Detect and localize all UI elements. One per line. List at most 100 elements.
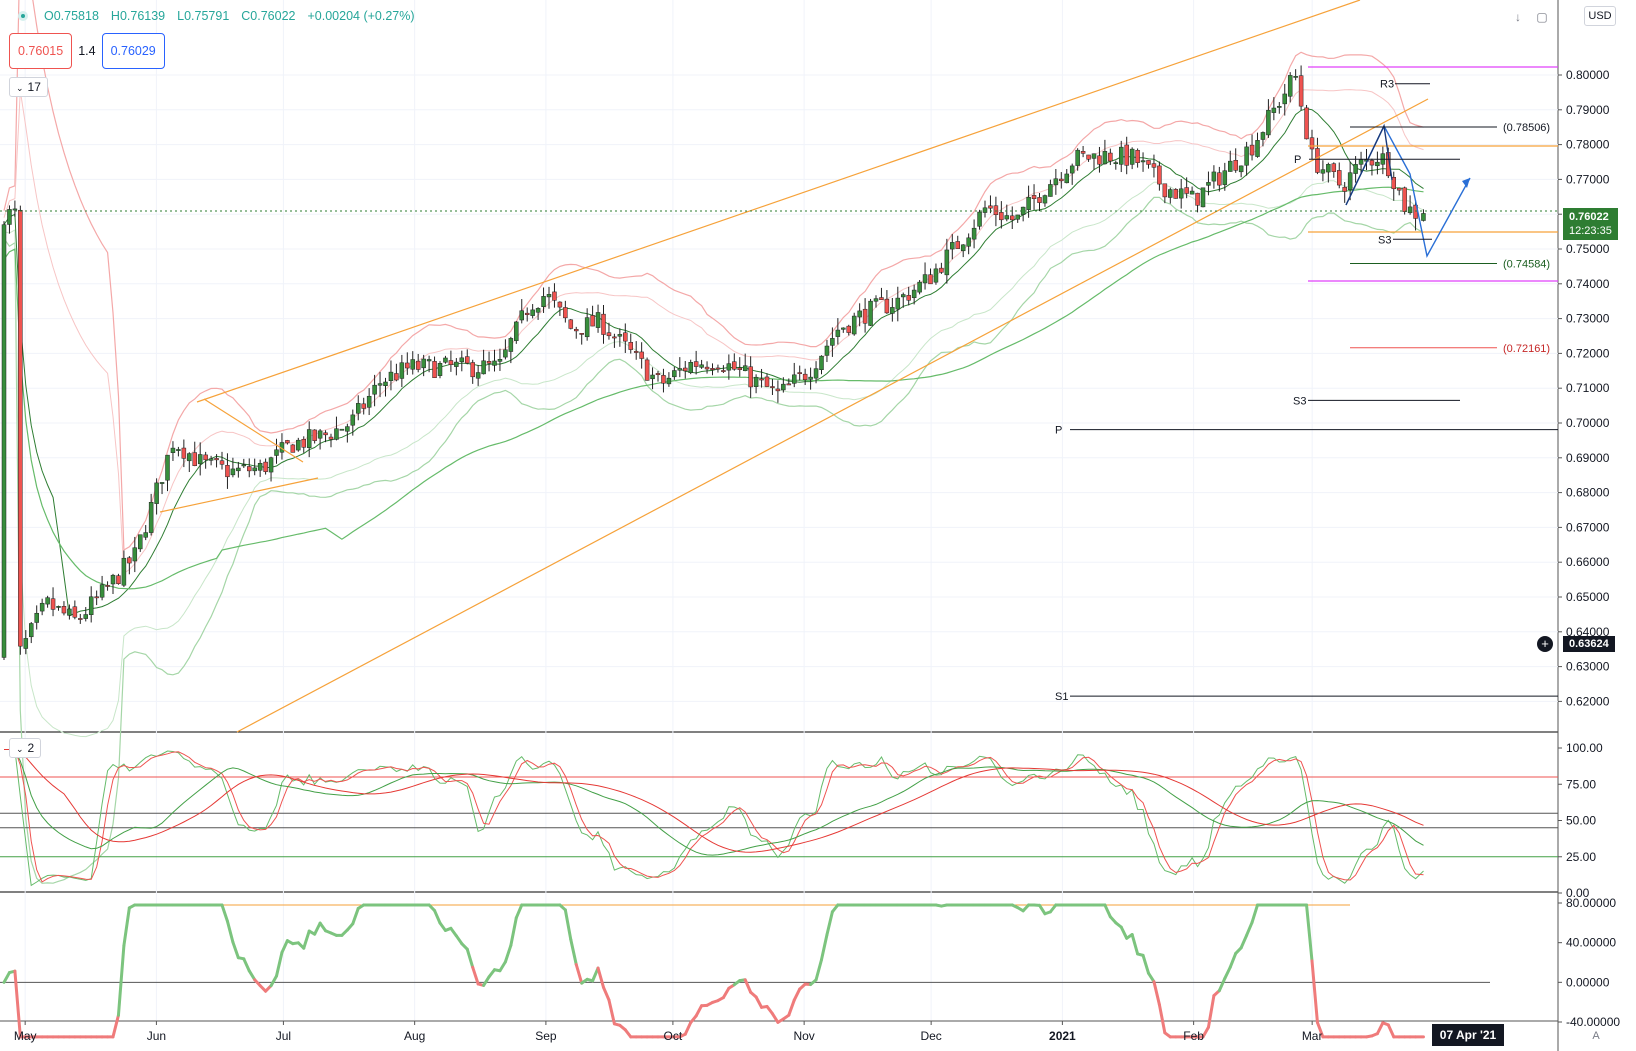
candle-body (1337, 170, 1342, 186)
price-tick-label: 0.65000 (1566, 590, 1610, 604)
candle-body (432, 361, 437, 378)
candle-body (797, 372, 802, 374)
time-tick-label: Dec (920, 1029, 941, 1043)
time-tick-label: Jul (276, 1029, 291, 1043)
pivot-level-label: S1 (1055, 691, 1068, 703)
time-tick-label: Jun (147, 1029, 166, 1043)
add-alert-icon[interactable]: + (1537, 636, 1553, 652)
candle-body (1421, 213, 1426, 221)
candle-body (955, 241, 960, 249)
price-tick-label: 0.74000 (1566, 277, 1610, 291)
candle-body (1342, 186, 1347, 192)
candle-body (306, 429, 312, 448)
osc-segment (814, 958, 823, 982)
auto-scale-button[interactable]: A (1586, 1027, 1606, 1045)
candle-body (683, 367, 688, 372)
stoch-tick-label: 50.00 (1566, 814, 1596, 828)
candle-body (56, 606, 61, 608)
osc-segment (721, 986, 731, 1000)
time-tick-label: Sep (535, 1029, 557, 1043)
stoch-tick-label: 75.00 (1566, 777, 1596, 791)
candle-body (595, 312, 601, 328)
candle-body (154, 482, 159, 504)
maximize-icon[interactable]: ▢ (1533, 8, 1551, 26)
stoch-d-line (4, 749, 1424, 883)
sell-button[interactable]: 0.76015 (9, 33, 73, 69)
buy-button[interactable]: 0.76029 (101, 33, 165, 69)
pivot-level-label: (0.72161) (1503, 343, 1550, 355)
candle-body (470, 362, 475, 378)
candle-body (1315, 148, 1320, 173)
candle-body (655, 373, 661, 376)
osc-segment (242, 957, 251, 973)
osc-segment (787, 998, 796, 1017)
time-tick-label: Nov (793, 1029, 814, 1043)
market-status-icon[interactable] (18, 11, 28, 21)
candle-body (132, 547, 138, 562)
candle-body (1086, 154, 1091, 160)
arrow-down-icon[interactable]: ↓ (1509, 8, 1527, 26)
candle-body (612, 336, 617, 339)
candle-body (988, 205, 993, 209)
candle-body (1189, 190, 1195, 195)
candle-body (99, 584, 105, 598)
osc-segment (433, 909, 442, 925)
candle-body (29, 623, 34, 638)
candle-body (121, 557, 127, 586)
candle-body (345, 426, 350, 432)
candle-body (203, 454, 208, 461)
candle-body (394, 373, 399, 381)
candle-body (312, 429, 317, 441)
ohlc-close: C0.76022 (241, 9, 296, 23)
candle-body (928, 274, 933, 285)
candle-body (1206, 182, 1211, 186)
candle-body (1375, 161, 1380, 167)
candle-body (530, 309, 535, 316)
osc-segment (1310, 959, 1319, 1025)
candle-body (1200, 187, 1206, 208)
currency-label[interactable]: USD (1584, 6, 1616, 26)
candle-body (1244, 146, 1249, 166)
candle-body (1402, 187, 1407, 212)
candle-body (819, 355, 824, 370)
osc-tick-label: 40.00000 (1566, 936, 1616, 950)
candle-body (339, 428, 345, 431)
candle-body (519, 310, 524, 321)
candle-body (1124, 144, 1129, 166)
candle-body (492, 360, 497, 366)
chart-canvas[interactable]: 0.800000.790000.780000.770000.760000.750… (0, 0, 1636, 1051)
candle-body (454, 361, 459, 367)
candle-body (1195, 192, 1200, 206)
candle-body (1217, 172, 1222, 186)
candle-body (879, 297, 884, 301)
candle-body (88, 596, 94, 615)
candle-body (410, 359, 415, 370)
time-tick-label: Mar (1302, 1029, 1323, 1043)
cursor-price-tag: 0.63624 (1563, 636, 1615, 652)
candle-body (1108, 152, 1113, 162)
candle-body (372, 384, 377, 395)
candle-body (1059, 178, 1064, 182)
pivot-level-label: S3 (1293, 395, 1306, 407)
candle-body (1353, 164, 1358, 174)
osc-segment (1119, 925, 1129, 940)
candle-body (1168, 189, 1173, 198)
candle-series (1, 65, 1426, 661)
candle-body (323, 432, 328, 436)
candle-body (241, 464, 247, 467)
candle-body (601, 313, 606, 335)
osc-segment (1147, 971, 1156, 984)
stoch-pane-toggle[interactable]: ⌄ 2 (9, 738, 42, 758)
candle-body (704, 366, 710, 370)
osc-segment (1217, 976, 1227, 993)
candle-body (584, 317, 590, 338)
indicators-toggle[interactable]: ⌄ 17 (9, 77, 48, 97)
candle-body (377, 383, 383, 386)
candle-body (268, 457, 274, 473)
osc-segment (247, 969, 257, 982)
candle-body (252, 467, 257, 472)
osc-segment (563, 908, 573, 942)
candle-body (1233, 160, 1238, 171)
candle-body (263, 461, 268, 472)
candle-body (568, 319, 574, 329)
